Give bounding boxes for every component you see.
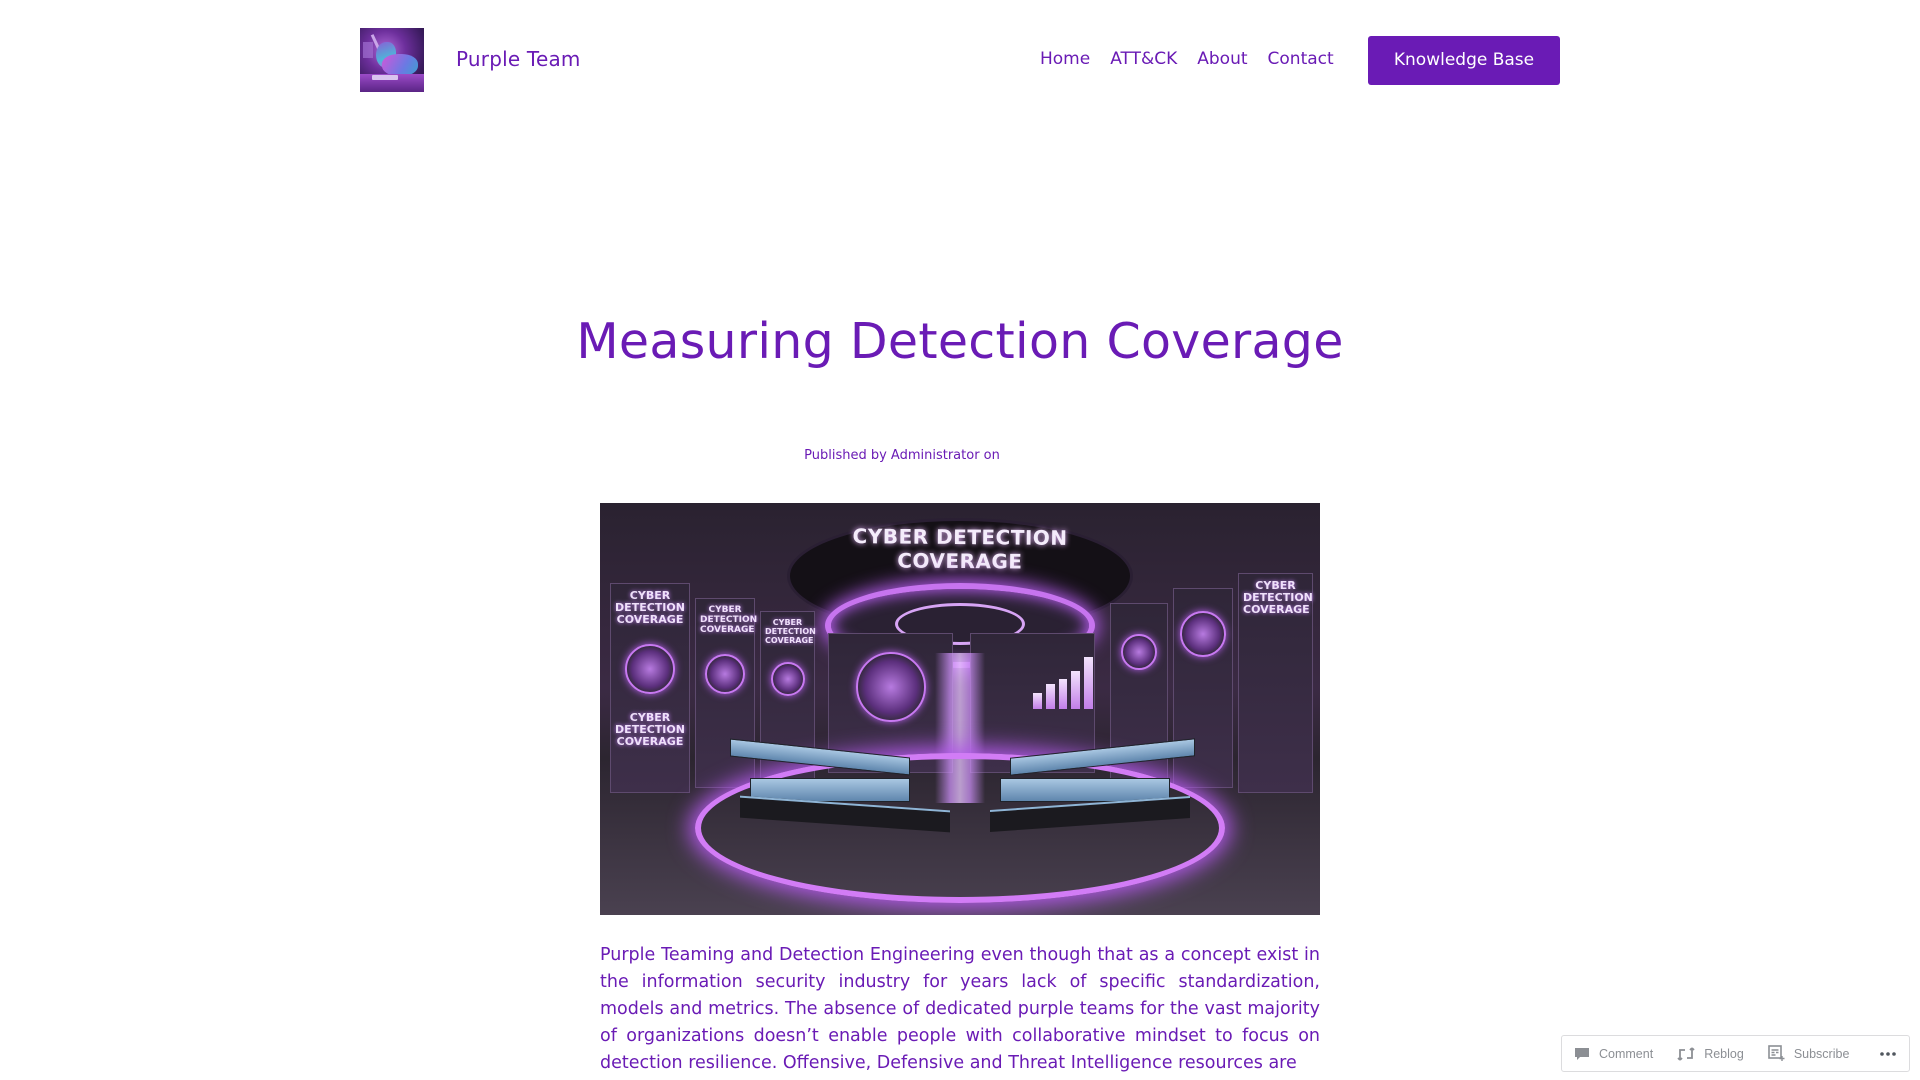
hero-panel-text: CYBER DETECTION COVERAGE	[700, 605, 758, 635]
subscribe-label: Subscribe	[1793, 1046, 1850, 1061]
ellipsis-icon	[1880, 1051, 1896, 1056]
hero-image: CYBER DETECTION COVERAGE CYBER DETECTION…	[600, 503, 1320, 915]
comment-button[interactable]: Comment	[1574, 1046, 1653, 1062]
site-title-link[interactable]: Purple Team	[456, 46, 581, 72]
reblog-button[interactable]: Reblog	[1677, 1046, 1744, 1062]
nav-item-attack[interactable]: ATT&CK	[1110, 48, 1177, 70]
hero-wall-panel: CYBER DETECTION COVERAGE CYBER DETECTION…	[610, 583, 690, 793]
hero-panel-text: CYBER DETECTION COVERAGE	[765, 618, 816, 645]
logo-screen-shape	[363, 42, 373, 58]
logo-body-shape	[382, 54, 418, 76]
post-body-paragraph: Purple Teaming and Detection Engineering…	[600, 945, 1320, 1073]
hero-panel-text: CYBER DETECTION COVERAGE	[615, 589, 685, 626]
site-logo[interactable]	[360, 28, 424, 92]
comment-label: Comment	[1599, 1046, 1654, 1061]
site-header: Purple Team Home ATT&CK About Contact Kn…	[0, 0, 1920, 120]
subscribe-icon	[1768, 1045, 1785, 1061]
post-byline: Published by Administrator on	[804, 448, 1000, 463]
post-title: Measuring Detection Coverage	[576, 313, 1344, 370]
comment-icon	[1575, 1047, 1589, 1060]
floating-action-bar: Comment Reblog Subscribe	[1561, 1035, 1910, 1072]
reblog-icon	[1677, 1046, 1695, 1061]
hero-wall-panel: CYBER DETECTION COVERAGE	[695, 598, 758, 788]
nav-item-home[interactable]: Home	[1040, 48, 1090, 70]
reblog-label: Reblog	[1704, 1046, 1744, 1061]
hero-banner-text: CYBER DETECTION COVERAGE	[852, 524, 1068, 574]
hero-bar-graphic	[1033, 654, 1093, 709]
hero-panel-orb	[1121, 634, 1157, 670]
hero-panel-text: CYBER DETECTION COVERAGE	[1243, 579, 1313, 616]
main-navigation: Home ATT&CK About Contact	[1040, 48, 1334, 70]
hero-panel-text: CYBER DETECTION COVERAGE	[615, 711, 685, 748]
hero-wall-panel: CYBER DETECTION COVERAGE	[1238, 573, 1313, 793]
subscribe-button[interactable]: Subscribe	[1768, 1045, 1850, 1062]
hero-panel-orb	[705, 654, 745, 694]
hero-panel-orb	[770, 662, 805, 696]
hero-panel-orb	[1180, 611, 1226, 657]
logo-keyboard-shape	[372, 75, 398, 80]
hero-floor-ring	[695, 753, 1225, 903]
more-actions-button[interactable]	[1879, 1051, 1897, 1057]
hero-panel-orb	[625, 644, 675, 694]
hero-wall-panel	[1173, 588, 1233, 788]
knowledge-base-button[interactable]: Knowledge Base	[1368, 36, 1560, 85]
nav-item-contact[interactable]: Contact	[1268, 48, 1334, 70]
nav-item-about[interactable]: About	[1197, 48, 1247, 70]
hero-panel-orb	[855, 652, 926, 722]
